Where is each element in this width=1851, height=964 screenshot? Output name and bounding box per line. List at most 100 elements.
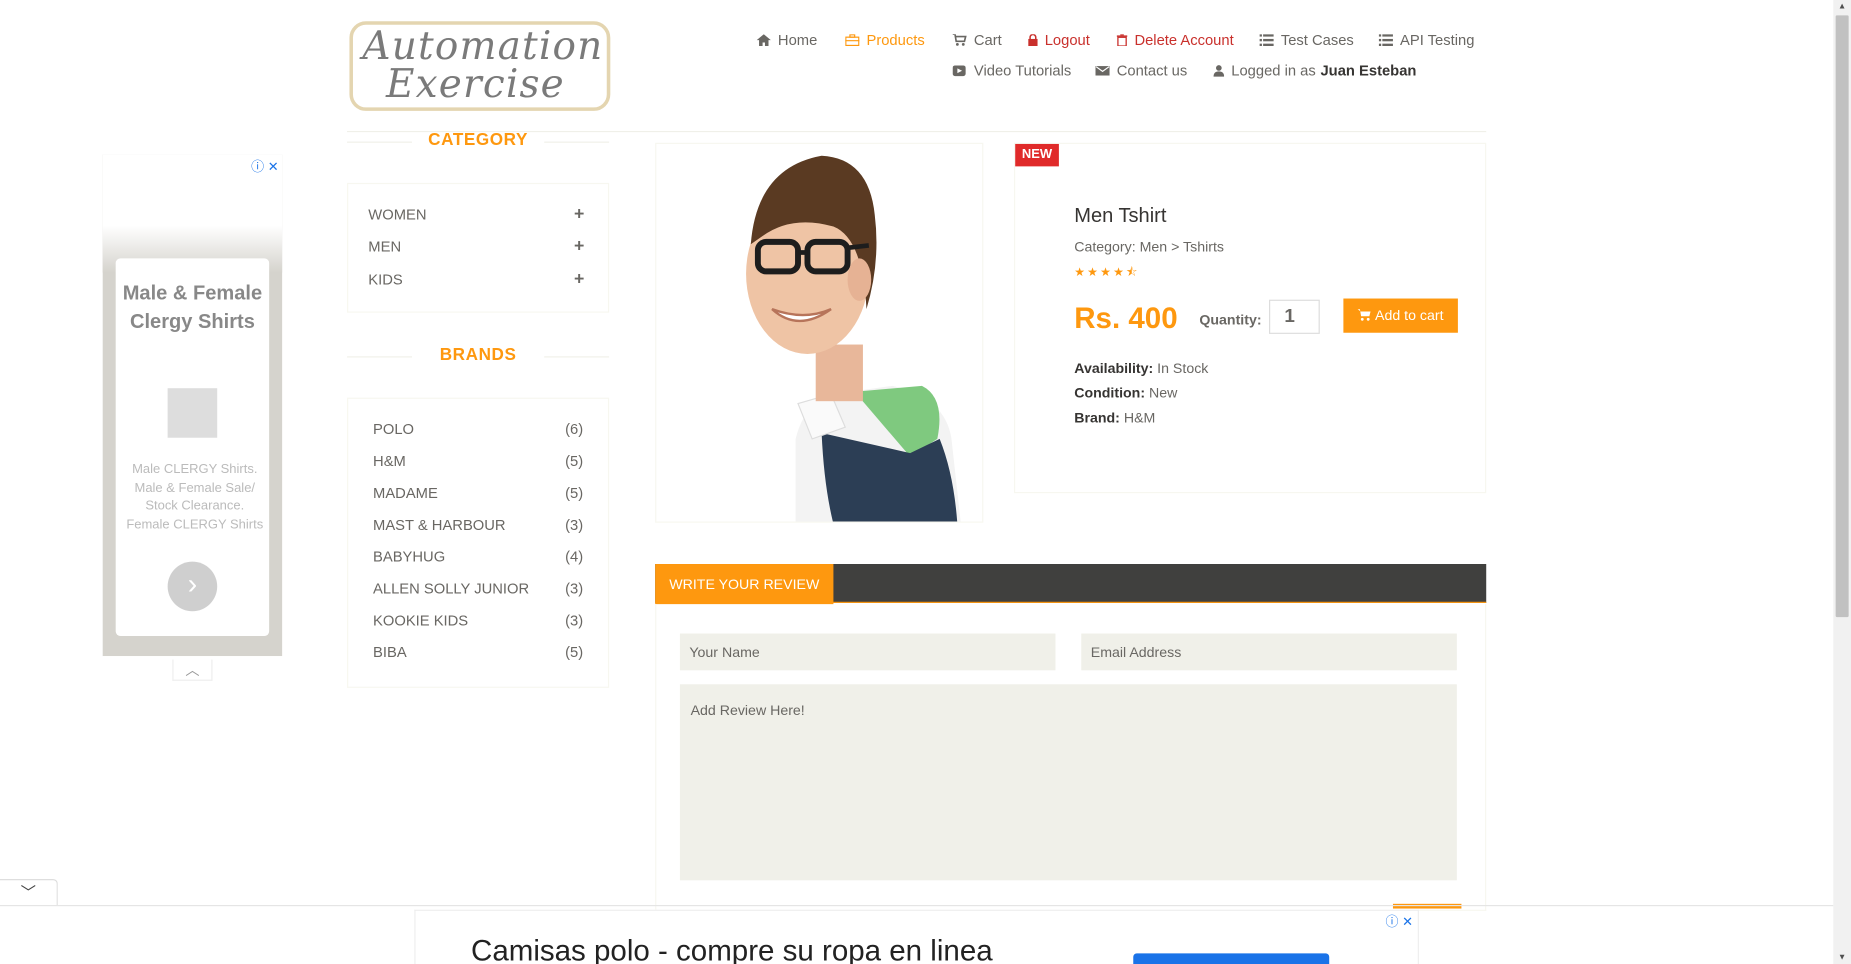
chevron-down-icon[interactable]: ﹀	[0, 879, 58, 906]
bottom-ad-divider	[0, 905, 1834, 907]
brand: Brand: H&M	[1074, 409, 1155, 426]
chevron-right-icon[interactable]: ›	[167, 561, 218, 612]
page-scrollbar[interactable]: ▲ ▼	[1833, 0, 1851, 964]
envelope-icon	[1095, 66, 1110, 76]
lock-icon	[1028, 34, 1038, 47]
plus-icon[interactable]: +	[574, 236, 584, 256]
nav-products-label: Products	[866, 31, 925, 49]
brands-panel: POLO (6) H&M (5) MADAME (5) MAST & HARBOUR (…	[347, 397, 610, 688]
home-icon	[756, 34, 771, 47]
nav-video-tutorials[interactable]: Video Tutorials	[952, 63, 1071, 79]
category-item-women[interactable]: WOMEN +	[368, 204, 584, 224]
nav-home[interactable]: Home	[756, 31, 818, 49]
review-email-input[interactable]	[1081, 633, 1457, 671]
category-label: KIDS	[368, 271, 403, 288]
chevron-up-icon[interactable]: ︿	[172, 659, 213, 681]
brand-name: MAST & HARBOUR	[373, 516, 506, 534]
ad-choices-icon[interactable]: ⓘ ✕	[251, 157, 278, 176]
cart-icon	[952, 34, 967, 46]
new-badge: NEW	[1015, 143, 1059, 167]
nav-delete-account-label: Delete Account	[1134, 31, 1234, 49]
brand-count: (5)	[565, 453, 584, 470]
cart-icon	[1357, 309, 1371, 321]
nav-api-testing-label: API Testing	[1400, 31, 1475, 49]
logged-in-status: Logged in as Juan Esteban	[1213, 62, 1417, 80]
products-icon	[845, 34, 860, 47]
brand-count: (5)	[565, 644, 584, 661]
user-icon	[1213, 65, 1225, 77]
nav-cart-label: Cart	[973, 31, 1002, 49]
logged-in-prefix: Logged in as	[1231, 62, 1316, 80]
left-ad-title: Male & Female Clergy Shirts	[122, 282, 263, 333]
product-price: Rs. 400	[1074, 302, 1178, 336]
category-label: WOMEN	[368, 206, 427, 224]
quantity-input[interactable]	[1269, 299, 1320, 334]
brand-item[interactable]: POLO (6)	[373, 421, 583, 438]
scrollbar-thumb[interactable]	[1835, 15, 1849, 618]
username: Juan Esteban	[1320, 62, 1417, 80]
nav-products[interactable]: Products	[845, 31, 925, 49]
plus-icon[interactable]: +	[574, 269, 584, 289]
add-to-cart-button[interactable]: Add to cart	[1343, 298, 1458, 333]
brand-count: (3)	[565, 580, 584, 598]
brand-name: KOOKIE KIDS	[373, 612, 469, 629]
left-ad[interactable]: ⓘ ✕ Male & Female Clergy Shirts Male CLE…	[102, 154, 283, 657]
product-photo	[746, 155, 961, 522]
left-ad-thumbnail	[167, 388, 218, 438]
brand-value: H&M	[1123, 409, 1156, 426]
review-name-input[interactable]	[679, 633, 1056, 671]
trash-icon	[1116, 34, 1128, 47]
category-panel: WOMEN + MEN + KIDS +	[347, 182, 610, 313]
nav-test-cases[interactable]: Test Cases	[1259, 32, 1354, 48]
category-item-men[interactable]: MEN +	[368, 236, 584, 256]
rating-stars: ★★★★⯪	[1074, 266, 1140, 280]
tab-write-review[interactable]: WRITE YOUR REVIEW	[655, 564, 834, 605]
brand-name: BIBA	[373, 644, 407, 661]
logo-text: Automation Exercise	[362, 26, 603, 107]
nav-home-label: Home	[777, 31, 818, 49]
add-to-cart-label: Add to cart	[1375, 306, 1444, 324]
left-ad-description: Male CLERGY Shirts. Male & Female Sale/ …	[126, 462, 264, 532]
list-icon	[1259, 34, 1274, 47]
review-text-input[interactable]	[679, 684, 1457, 881]
brands-heading: BRANDS	[347, 346, 610, 365]
bottom-ad[interactable]: Camisas polo - compre su ropa en linea ⓘ…	[414, 909, 1419, 964]
condition: Condition: New	[1074, 385, 1177, 402]
nav-logout[interactable]: Logout	[1028, 32, 1090, 48]
scroll-up-icon[interactable]: ▲	[1833, 2, 1851, 10]
product-image	[655, 142, 984, 523]
plus-icon[interactable]: +	[574, 204, 584, 224]
bottom-ad-cta-button[interactable]	[1133, 953, 1330, 964]
site-logo[interactable]: Automation Exercise	[349, 21, 611, 111]
brand-name: BABYHUG	[373, 548, 446, 566]
category-heading: CATEGORY	[347, 131, 610, 150]
brand-name: MADAME	[373, 484, 438, 502]
nav-cart[interactable]: Cart	[952, 31, 1002, 49]
brand-item[interactable]: ALLEN SOLLY JUNIOR (3)	[373, 581, 583, 598]
logo-line-2: Exercise	[386, 60, 565, 107]
brand-item[interactable]: MADAME (5)	[373, 485, 583, 502]
brand-name: POLO	[373, 421, 415, 438]
nav-api-testing[interactable]: API Testing	[1378, 31, 1475, 49]
bottom-ad-headline: Camisas polo - compre su ropa en linea	[471, 934, 993, 964]
category-item-kids[interactable]: KIDS +	[368, 269, 584, 289]
brand-count: (5)	[565, 484, 584, 502]
ad-choices-icon[interactable]: ⓘ ✕	[1386, 912, 1413, 931]
product-name: Men Tshirt	[1074, 204, 1167, 227]
left-ad-card[interactable]: Male & Female Clergy Shirts Male CLERGY …	[115, 258, 270, 636]
brand-item[interactable]: H&M (5)	[373, 453, 583, 470]
condition-label: Condition:	[1074, 384, 1146, 402]
brand-item[interactable]: BIBA (5)	[373, 644, 583, 661]
brand-item[interactable]: MAST & HARBOUR (3)	[373, 517, 583, 534]
category-label: MEN	[368, 238, 402, 255]
brand-name: H&M	[373, 453, 406, 470]
availability: Availability: In Stock	[1074, 360, 1208, 377]
scroll-down-icon[interactable]: ▼	[1833, 953, 1851, 961]
brand-item[interactable]: BABYHUG (4)	[373, 549, 583, 566]
nav-delete-account[interactable]: Delete Account	[1116, 31, 1234, 49]
brand-item[interactable]: KOOKIE KIDS (3)	[373, 612, 583, 629]
brand-count: (6)	[565, 421, 584, 438]
condition-value: New	[1148, 384, 1178, 402]
nav-contact-us[interactable]: Contact us	[1095, 63, 1187, 79]
youtube-play-icon	[952, 65, 966, 77]
